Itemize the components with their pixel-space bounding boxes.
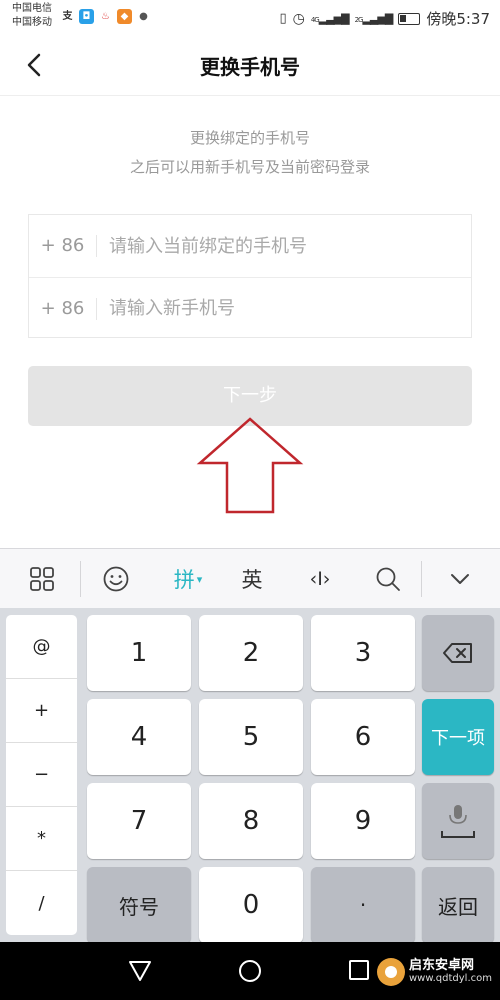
description-line-1: 更换绑定的手机号 xyxy=(189,129,310,147)
watermark-text: 启东安卓网 www.qdtdyl.com xyxy=(409,959,492,985)
signal-4g-icon: 4G▂▃▅▇ xyxy=(310,12,350,25)
alarm-icon: ◷ xyxy=(292,10,305,27)
key-9[interactable]: 9 xyxy=(311,783,415,859)
grid-icon xyxy=(30,567,54,591)
emoji-icon xyxy=(103,566,129,592)
key-7[interactable]: 7 xyxy=(87,783,191,859)
key-5[interactable]: 5 xyxy=(199,699,303,775)
description-line-2: 之后可以用新手机号及当前密码登录 xyxy=(129,158,370,176)
chevron-down-icon: ▾ xyxy=(196,572,203,586)
phone-form: + 86 + 86 xyxy=(28,214,472,338)
watermark-url: www.qdtdyl.com xyxy=(409,973,492,984)
chevron-down-icon xyxy=(451,574,469,584)
page-title: 更换手机号 xyxy=(200,55,300,79)
current-phone-row: + 86 xyxy=(29,215,471,277)
microphone-icon xyxy=(441,805,475,838)
toolbar-divider xyxy=(80,561,81,597)
symbols-button[interactable]: 符号 xyxy=(87,867,191,943)
nav-header: 更换手机号 xyxy=(0,34,500,96)
text-cursor-icon: ‹I› xyxy=(309,568,331,590)
watermark: 启东安卓网 www.qdtdyl.com xyxy=(377,956,492,988)
voice-space-button[interactable] xyxy=(422,783,494,859)
carrier-mobile: 中国移动 xyxy=(12,17,52,28)
app-blue-icon: ◘ xyxy=(79,9,94,24)
description: 更换绑定的手机号 之后可以用新手机号及当前密码登录 xyxy=(0,124,500,182)
vibrate-icon: ▯ xyxy=(279,11,287,26)
key-6[interactable]: 6 xyxy=(311,699,415,775)
backspace-button[interactable] xyxy=(422,615,494,691)
keyboard-toolbar: 拼 ▾ 英 ‹I› xyxy=(0,548,500,608)
key-8[interactable]: 8 xyxy=(199,783,303,859)
recents-square-icon[interactable] xyxy=(348,959,370,981)
key-1[interactable]: 1 xyxy=(87,615,191,691)
english-label: 英 xyxy=(241,568,263,592)
next-item-button[interactable]: 下一项 xyxy=(422,699,494,775)
app-orange-icon: ◆ xyxy=(117,9,132,24)
pinyin-label: 拼 xyxy=(173,568,195,592)
backspace-icon xyxy=(443,643,472,663)
key-2[interactable]: 2 xyxy=(199,615,303,691)
key-plus[interactable]: + xyxy=(6,679,77,743)
battery-icon xyxy=(398,12,421,25)
home-circle-icon[interactable] xyxy=(238,959,262,983)
key-slash[interactable]: / xyxy=(6,871,77,935)
carrier-telecom: 中国电信 xyxy=(12,3,52,14)
notification-icons: 支 ◘ ♨ ◆ ● xyxy=(60,9,151,24)
hide-keyboard-button[interactable] xyxy=(440,549,480,609)
system-nav-bar: 启东安卓网 www.qdtdyl.com xyxy=(0,942,500,1000)
search-button[interactable] xyxy=(366,549,410,609)
country-code-prefix[interactable]: + 86 xyxy=(29,235,97,257)
pinyin-mode-button[interactable]: 拼 ▾ xyxy=(160,549,216,609)
new-phone-row: + 86 xyxy=(29,277,471,339)
key-asterisk[interactable]: * xyxy=(6,807,77,871)
up-arrow-annotation-icon xyxy=(196,417,304,514)
emoji-button[interactable] xyxy=(96,549,136,609)
status-right: ▯ ◷ 4G▂▃▅▇ 2G▂▃▅▇ 傍晚5:37 xyxy=(279,8,490,29)
current-phone-input[interactable] xyxy=(97,235,457,257)
watermark-title: 启东安卓网 xyxy=(409,958,475,973)
key-4[interactable]: 4 xyxy=(87,699,191,775)
network-2g-label: 2G xyxy=(354,16,364,24)
carrier-info: 中国电信 中国移动 xyxy=(12,2,52,30)
search-icon xyxy=(376,567,400,591)
toolbar-divider xyxy=(421,561,422,597)
cursor-button[interactable]: ‹I› xyxy=(298,549,342,609)
key-0[interactable]: 0 xyxy=(199,867,303,943)
keyboard-menu-button[interactable] xyxy=(22,549,62,609)
new-phone-input[interactable] xyxy=(97,298,457,319)
network-4g-label: 4G xyxy=(310,16,320,24)
english-mode-button[interactable]: 英 xyxy=(232,549,272,609)
clock: 傍晚5:37 xyxy=(426,10,490,28)
alipay-icon: 支 xyxy=(62,11,73,22)
country-code-prefix[interactable]: + 86 xyxy=(29,297,97,320)
back-triangle-icon[interactable] xyxy=(127,959,153,983)
symbol-column: @ + − * / xyxy=(6,615,77,935)
key-3[interactable]: 3 xyxy=(311,615,415,691)
key-dot[interactable]: · xyxy=(311,867,415,943)
numeric-keyboard: @ + − * / 1 2 3 4 5 6 下一项 7 8 9 符号 0 · 返… xyxy=(0,608,500,943)
key-at[interactable]: @ xyxy=(6,615,77,679)
watermark-logo-icon xyxy=(377,958,405,986)
key-minus[interactable]: − xyxy=(6,743,77,807)
app-red-icon: ♨ xyxy=(98,9,113,24)
signal-2g-icon: 2G▂▃▅▇ xyxy=(354,12,394,25)
status-bar: 中国电信 中国移动 支 ◘ ♨ ◆ ● ▯ ◷ 4G▂▃▅▇ 2G▂▃▅▇ 傍晚… xyxy=(0,0,500,34)
chat-icon: ● xyxy=(136,9,151,24)
return-button[interactable]: 返回 xyxy=(422,867,494,943)
